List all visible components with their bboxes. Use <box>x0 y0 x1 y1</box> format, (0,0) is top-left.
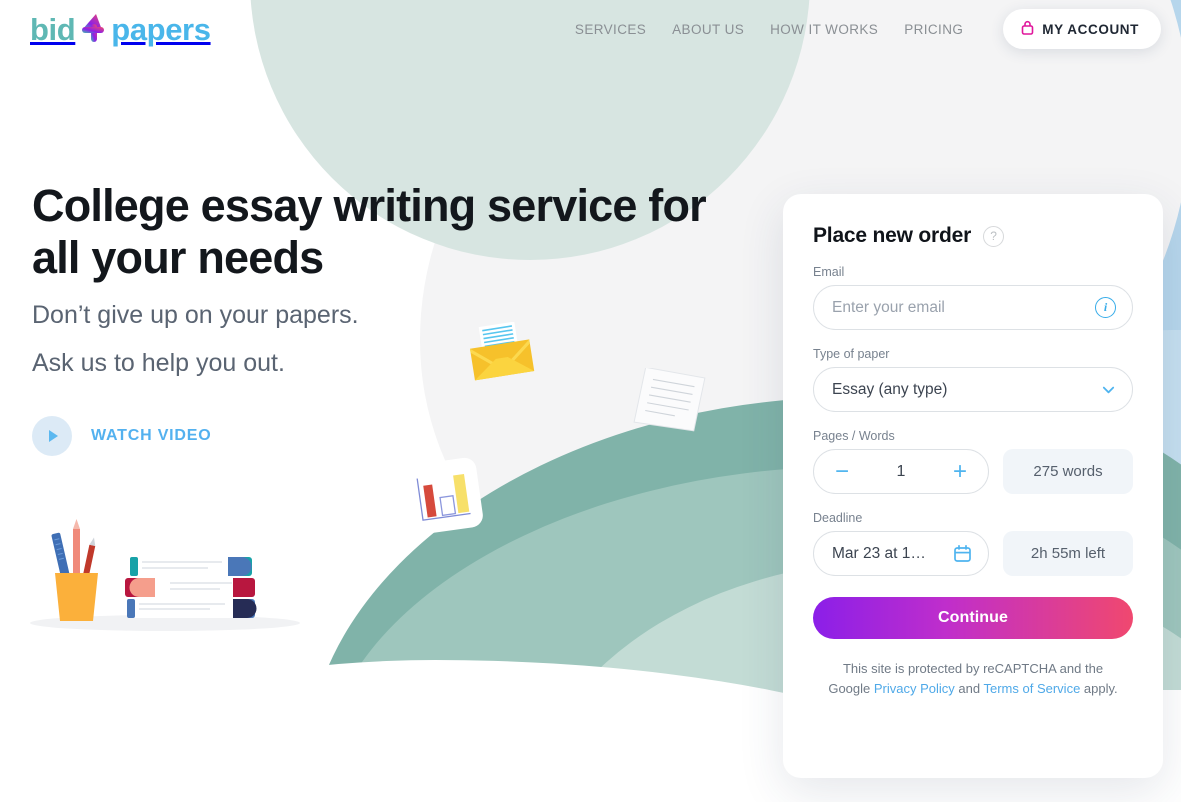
quantity-stepper[interactable]: − 1 + <box>813 449 989 494</box>
email-input-shell[interactable]: i <box>813 285 1133 330</box>
email-label: Email <box>813 265 845 279</box>
calendar-icon[interactable] <box>953 544 972 563</box>
email-field-group: Email i <box>813 265 1133 330</box>
page-title: College essay writing service for all yo… <box>32 180 707 284</box>
recaptcha-suffix: apply. <box>1080 681 1118 697</box>
main-navigation: SERVICES ABOUT US HOW IT WORKS PRICING M… <box>575 9 1161 49</box>
pages-field-group: Pages / Words − 1 + 275 words <box>813 429 1133 494</box>
logo-text-papers: papers <box>111 12 211 47</box>
time-left-badge: 2h 55m left <box>1003 531 1133 576</box>
deadline-label: Deadline <box>813 511 863 525</box>
hero-section: College essay writing service for all yo… <box>32 180 752 457</box>
pages-value: 1 <box>896 462 906 480</box>
hero-subline-1: Don’t give up on your papers. <box>32 301 359 330</box>
decrement-pages-button[interactable]: − <box>832 459 852 484</box>
paper-type-field-group: Type of paper Essay (any type) <box>813 347 1133 412</box>
pencil-cup-illustration <box>51 519 98 621</box>
landing-page: bid papers SERVICES ABOUT US HOW IT WORK… <box>0 0 1181 802</box>
recaptcha-disclaimer: This site is protected by reCAPTCHA and … <box>813 659 1133 699</box>
watch-video-label: WATCH VIDEO <box>91 427 212 445</box>
site-header: bid papers SERVICES ABOUT US HOW IT WORK… <box>0 0 1181 58</box>
order-form-header: Place new order ? <box>813 224 1133 248</box>
logo-four-icon <box>76 10 110 42</box>
books-stack-illustration <box>20 515 310 640</box>
order-form-title: Place new order <box>813 224 972 247</box>
nav-item-pricing[interactable]: PRICING <box>904 22 963 37</box>
privacy-policy-link[interactable]: Privacy Policy <box>874 681 955 696</box>
continue-button[interactable]: Continue <box>813 597 1133 639</box>
hero-subline-2: Ask us to help you out. <box>32 349 285 378</box>
my-account-label: MY ACCOUNT <box>1042 21 1139 37</box>
recaptcha-and: and <box>954 681 984 697</box>
paper-type-label: Type of paper <box>813 347 890 361</box>
question-mark-icon[interactable]: ? <box>983 225 1005 247</box>
recaptcha-line-2: Google Privacy Policy and Terms of Servi… <box>813 679 1133 699</box>
nav-item-about-us[interactable]: ABOUT US <box>672 22 744 37</box>
lock-icon <box>1021 20 1034 38</box>
my-account-button[interactable]: MY ACCOUNT <box>1003 9 1161 49</box>
deadline-value: Mar 23 at 1… <box>832 544 926 562</box>
chevron-down-icon[interactable] <box>1101 382 1116 397</box>
email-input[interactable] <box>832 298 1095 317</box>
recaptcha-google-prefix: Google <box>828 681 874 697</box>
watch-video-button[interactable]: WATCH VIDEO <box>32 416 212 457</box>
info-icon[interactable]: i <box>1095 297 1116 318</box>
pages-label: Pages / Words <box>813 429 895 443</box>
logo-text-bid: bid <box>30 12 76 47</box>
paper-type-value: Essay (any type) <box>832 380 948 398</box>
increment-pages-button[interactable]: + <box>950 459 970 484</box>
play-icon <box>32 416 72 457</box>
chart-card-illustration <box>398 455 490 544</box>
site-logo[interactable]: bid papers <box>30 10 211 48</box>
deadline-field-group: Deadline Mar 23 at 1… 2h 55m left <box>813 511 1133 576</box>
recaptcha-line-1: This site is protected by reCAPTCHA and … <box>842 661 1104 676</box>
nav-item-services[interactable]: SERVICES <box>575 22 646 37</box>
order-form-panel: Place new order ? Email i Type of paper … <box>783 194 1163 778</box>
nav-item-how-it-works[interactable]: HOW IT WORKS <box>770 22 878 37</box>
terms-of-service-link[interactable]: Terms of Service <box>984 681 1081 696</box>
paper-type-select[interactable]: Essay (any type) <box>813 367 1133 412</box>
deadline-picker[interactable]: Mar 23 at 1… <box>813 531 989 576</box>
words-count-badge: 275 words <box>1003 449 1133 494</box>
